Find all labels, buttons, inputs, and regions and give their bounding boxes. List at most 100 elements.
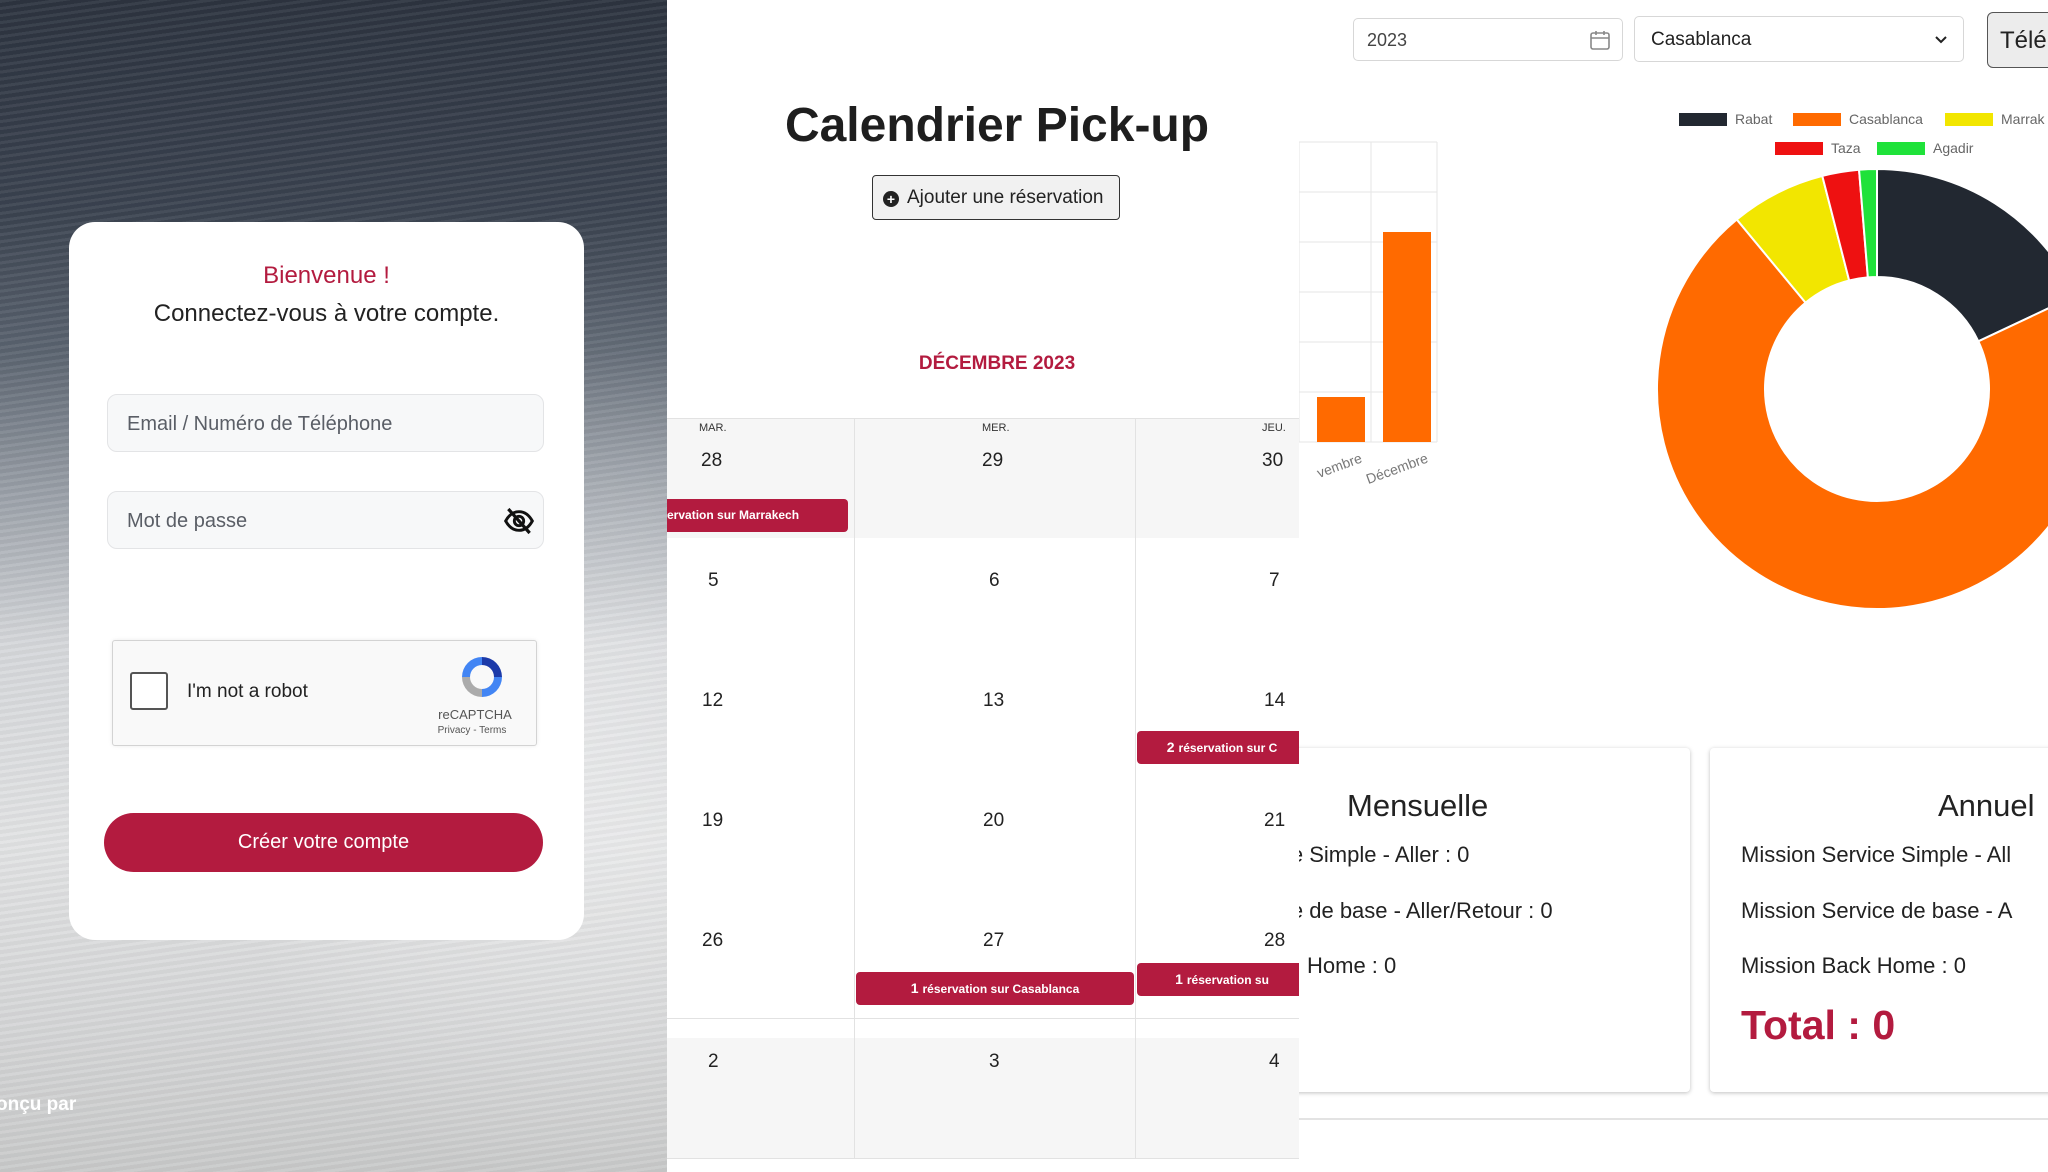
legend-label: Taza [1831, 140, 1861, 156]
add-reservation-button[interactable]: + Ajouter une réservation [872, 175, 1120, 220]
recaptcha-logo-icon [462, 657, 502, 697]
monthly-card-title: Mensuelle [1347, 788, 1489, 823]
email-field[interactable] [107, 394, 544, 453]
year-picker[interactable]: 2023 [1353, 18, 1623, 61]
day-cell[interactable]: 7 [1269, 570, 1280, 592]
page-title: Calendrier Pick-up [784, 99, 1210, 152]
day-cell[interactable]: 21 [1264, 810, 1285, 832]
add-reservation-label: Ajouter une réservation [907, 187, 1104, 208]
reservation-event[interactable]: ervation sur Marrakech [667, 499, 848, 532]
recaptcha-terms-link[interactable]: Privacy - Terms [422, 725, 522, 736]
grid-top-line [667, 418, 1299, 419]
welcome-heading: Bienvenue ! [263, 262, 390, 289]
donut-chart [1656, 167, 2048, 610]
day-cell[interactable]: 6 [989, 570, 1000, 592]
day-cell[interactable]: 13 [983, 690, 1004, 712]
create-account-button[interactable]: Créer votre compte [104, 813, 543, 872]
x-tick-label: Décembre [1364, 450, 1430, 487]
annual-stat-line: Mission Service de base - A [1741, 898, 2013, 923]
city-select[interactable]: Casablanca [1634, 16, 1964, 62]
legend-label: Rabat [1735, 111, 1773, 127]
event-count: 1 [1175, 971, 1183, 987]
day-cell[interactable]: 12 [702, 690, 723, 712]
chevron-down-icon [1935, 36, 1947, 44]
legend-swatch [1945, 113, 1993, 126]
password-field[interactable] [107, 491, 544, 550]
recaptcha-checkbox[interactable] [130, 672, 168, 710]
monthly-stat-line: ice Simple - Aller : 0 [1299, 842, 1470, 867]
donut-slice [1876, 167, 2048, 343]
annual-card-title: Annuel [1938, 788, 2035, 823]
plus-circle-icon: + [883, 191, 899, 207]
day-cell[interactable]: 27 [983, 930, 1004, 952]
day-cell[interactable]: 5 [708, 570, 719, 592]
legend-item-rabat: Rabat [1679, 111, 1772, 127]
city-select-value: Casablanca [1651, 29, 1752, 50]
calendar-week-row [667, 778, 1299, 899]
legend-item-agadir: Agadir [1877, 140, 1973, 156]
event-label: réservation sur C [1178, 741, 1278, 755]
day-cell[interactable]: 14 [1264, 690, 1285, 712]
event-label: réservation su [1186, 973, 1269, 987]
day-cell[interactable]: 19 [702, 810, 723, 832]
event-count: 1 [910, 980, 919, 996]
login-card: Bienvenue ! Connectez-vous à votre compt… [69, 222, 584, 940]
legend-label: Agadir [1933, 140, 1974, 156]
login-panel: Bienvenue ! Connectez-vous à votre compt… [0, 0, 667, 1172]
day-of-week-wed: MER. [982, 422, 1010, 434]
event-count: 2 [1166, 739, 1175, 755]
event-label: réservation sur Casablanca [922, 982, 1080, 996]
calendar-panel: Calendrier Pick-up + Ajouter une réservat… [667, 0, 1299, 1172]
day-cell[interactable]: 30 [1262, 450, 1283, 472]
day-of-week-thu: JEU. [1262, 422, 1286, 434]
legend-swatch [1775, 142, 1823, 155]
footer-credit: onçu par [0, 1094, 77, 1115]
day-cell[interactable]: 29 [982, 450, 1003, 472]
annual-total: Total : 0 [1741, 1002, 1896, 1048]
legend-swatch [1877, 142, 1925, 155]
recaptcha-label: I'm not a robot [187, 681, 308, 702]
event-label: ervation sur Marrakech [667, 508, 800, 522]
reservation-event[interactable]: 2 réservation sur C [1137, 731, 1299, 764]
download-button[interactable]: Télé [1987, 12, 2048, 68]
legend-label: Casablanca [1849, 111, 1923, 127]
day-cell[interactable]: 2 [708, 1051, 719, 1073]
eye-off-icon[interactable] [503, 505, 535, 537]
monthly-stat-line: Home : 0 [1307, 953, 1397, 978]
year-value: 2023 [1367, 30, 1408, 50]
day-of-week-tue: MAR. [699, 422, 727, 434]
day-cell[interactable]: 28 [701, 450, 722, 472]
recaptcha-brand: reCAPTCHA [438, 707, 512, 722]
download-button-label: Télé [2000, 27, 2047, 54]
day-cell[interactable]: 26 [702, 930, 723, 952]
day-cell[interactable]: 3 [989, 1051, 1000, 1073]
legend-label: Marrak [2001, 111, 2045, 127]
annual-stat-line: Mission Back Home : 0 [1741, 953, 1966, 978]
annual-stats-card: Annuel Mission Service Simple - All Miss… [1710, 748, 2048, 1092]
legend-item-casablanca: Casablanca [1793, 111, 1923, 127]
annual-stat-line: Mission Service Simple - All [1741, 842, 2012, 867]
day-cell[interactable]: 4 [1269, 1051, 1280, 1073]
reservation-event[interactable]: 1 réservation su [1137, 963, 1299, 996]
day-cell[interactable]: 20 [983, 810, 1004, 832]
calendar-week-row [667, 538, 1299, 659]
month-label: DÉCEMBRE 2023 [918, 353, 1076, 374]
email-input[interactable] [125, 395, 509, 453]
bar [1317, 397, 1365, 442]
bar-chart: vembre Décembre [1299, 141, 1438, 487]
recaptcha-widget: I'm not a robot reCAPTCHA Privacy - Term… [112, 640, 537, 746]
divider [1299, 1118, 2048, 1120]
password-input[interactable] [125, 492, 509, 550]
reservation-event[interactable]: 1 réservation sur Casablanca [856, 972, 1134, 1005]
monthly-stats-card: Mensuelle ice Simple - Aller : 0 ice de … [1299, 748, 1690, 1092]
grid-column-line [854, 418, 855, 1158]
monthly-stat-line: ice de base - Aller/Retour : 0 [1299, 898, 1553, 923]
legend-item-taza: Taza [1775, 140, 1861, 156]
x-tick-label: vembre [1315, 450, 1365, 481]
legend-swatch [1679, 113, 1727, 126]
dashboard-panel: 2023 Casablanca Télé vembre Décembre Raba… [1299, 0, 2048, 1172]
day-cell[interactable]: 28 [1264, 930, 1285, 952]
calendar-icon[interactable] [1588, 28, 1612, 52]
legend-swatch [1793, 113, 1841, 126]
login-subtitle: Connectez-vous à votre compte. [153, 300, 500, 327]
